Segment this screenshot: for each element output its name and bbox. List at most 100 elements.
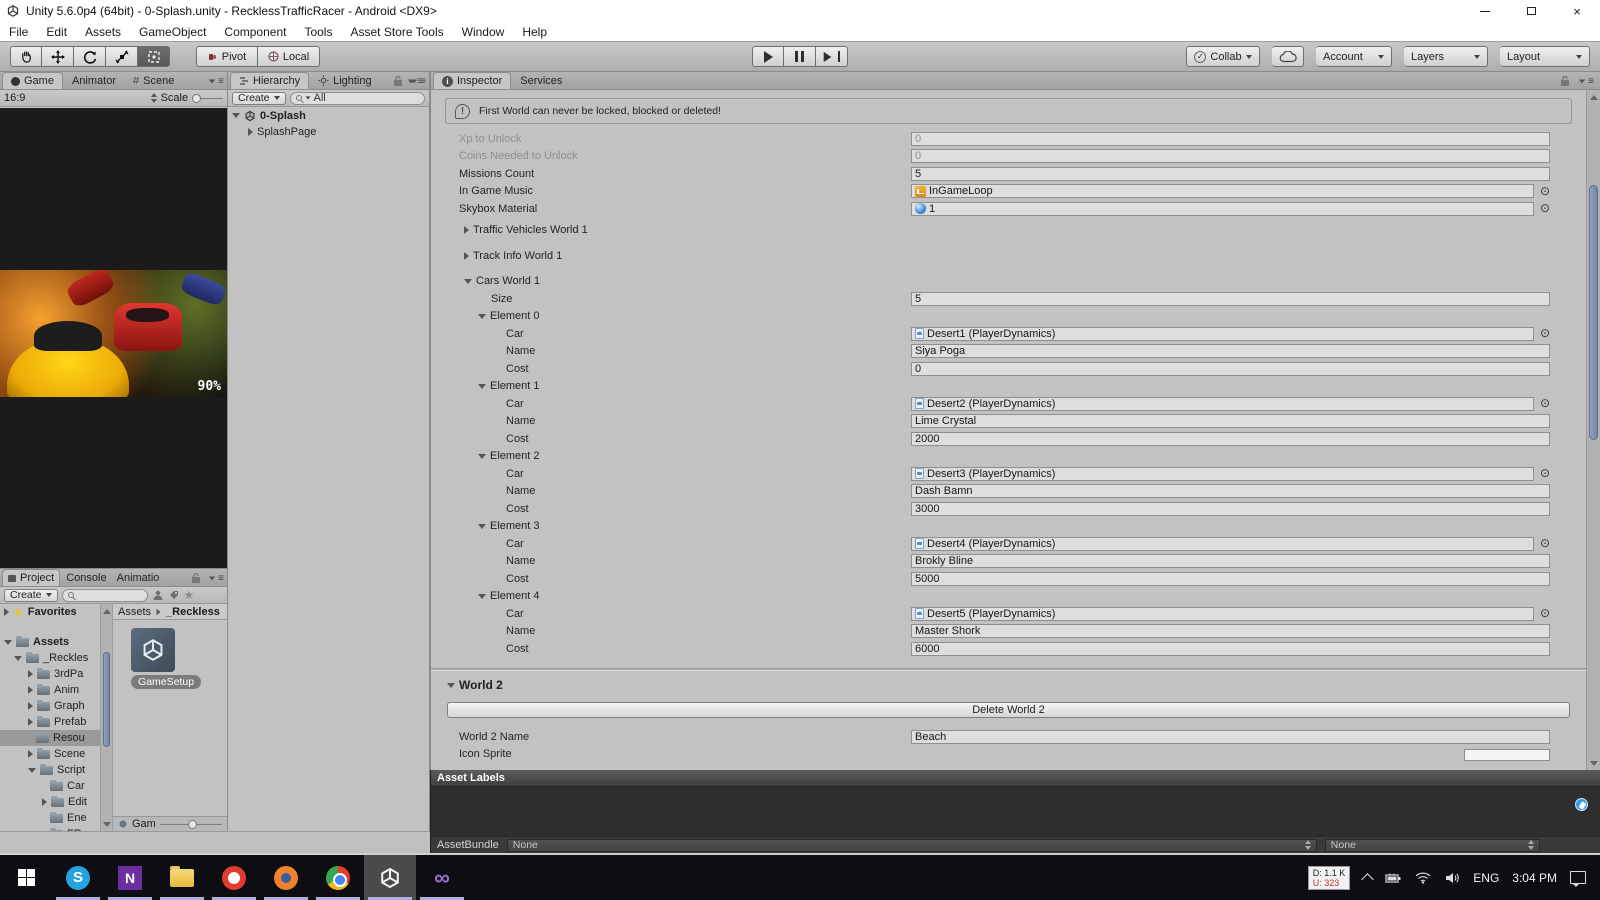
car-cost-field[interactable]: 5000 <box>911 571 1550 586</box>
slider-knob[interactable] <box>187 819 197 829</box>
object-picker-icon[interactable]: ⊙ <box>1540 467 1550 480</box>
minimize-button[interactable] <box>1462 0 1508 22</box>
car-name-field[interactable]: Lime Crystal <box>911 414 1550 429</box>
object-picker-icon[interactable]: ⊙ <box>1540 397 1550 410</box>
menu-asset-store-tools[interactable]: Asset Store Tools <box>341 25 452 39</box>
taskbar-firefox[interactable] <box>260 855 312 900</box>
menu-assets[interactable]: Assets <box>76 25 130 39</box>
taskbar-visual-studio[interactable]: ∞ <box>416 855 468 900</box>
rotate-tool-button[interactable] <box>74 46 106 67</box>
tree-item-car[interactable]: Car <box>0 778 100 794</box>
sprite-preview[interactable] <box>1464 748 1550 761</box>
close-button[interactable]: × <box>1554 0 1600 22</box>
assetbundle-variant-dropdown[interactable]: None <box>1324 838 1540 852</box>
foldout-cars-world1[interactable]: Cars World 1 <box>431 273 1586 291</box>
clock[interactable]: 3:04 PM <box>1512 871 1557 885</box>
scroll-up-icon[interactable] <box>1587 91 1600 103</box>
tab-project[interactable]: Project <box>2 569 61 586</box>
action-center-icon[interactable] <box>1570 871 1586 887</box>
in-game-music-field[interactable]: InGameLoop <box>911 184 1534 199</box>
pane-menu-icon[interactable]: ≡ <box>208 76 224 87</box>
skybox-material-field[interactable]: 1 <box>911 201 1534 216</box>
scale-tool-button[interactable] <box>106 46 138 67</box>
rect-tool-button[interactable] <box>138 46 170 67</box>
car-name-field[interactable]: Master Shork <box>911 624 1550 639</box>
tree-item-favorites[interactable]: ★ Favorites <box>0 604 100 620</box>
gamesetup-asset-icon[interactable] <box>131 628 175 672</box>
car-object-field[interactable]: Desert1 (PlayerDynamics) <box>911 326 1534 341</box>
assetbundle-dropdown[interactable]: None <box>506 838 1317 852</box>
collab-button[interactable]: ✓ Collab <box>1186 46 1260 67</box>
taskbar-chrome[interactable] <box>312 855 364 900</box>
tree-item-scripts[interactable]: Script <box>0 762 100 778</box>
scroll-down-icon[interactable] <box>101 818 112 830</box>
maximize-button[interactable] <box>1508 0 1554 22</box>
foldout-track-info[interactable]: Track Info World 1 <box>431 247 1586 265</box>
move-tool-button[interactable] <box>42 46 74 67</box>
tree-item-enemy[interactable]: Ene <box>0 810 100 826</box>
world2-name-field[interactable]: Beach <box>911 729 1550 744</box>
car-object-field[interactable]: Desert2 (PlayerDynamics) <box>911 396 1534 411</box>
car-name-field[interactable]: Brokly Bline <box>911 554 1550 569</box>
local-button[interactable]: Local <box>258 46 320 67</box>
cloud-button[interactable] <box>1272 46 1304 67</box>
layers-button[interactable]: Layers <box>1404 46 1488 67</box>
scrollbar-thumb[interactable] <box>1589 185 1598 440</box>
search-by-label-icon[interactable] <box>168 589 180 601</box>
hierarchy-item-splashpage[interactable]: SplashPage <box>228 124 429 140</box>
scale-slider[interactable] <box>192 93 223 103</box>
scene-row[interactable]: 0-Splash ≡ <box>228 76 429 124</box>
tab-hierarchy[interactable]: Hierarchy <box>230 72 310 89</box>
tree-item-graphics[interactable]: Graph <box>0 698 100 714</box>
language-indicator[interactable]: ENG <box>1473 871 1499 885</box>
network-monitor-widget[interactable]: D: 1.1 K U: 323 <box>1307 865 1351 890</box>
tab-animator[interactable]: Animator <box>64 72 124 89</box>
menu-window[interactable]: Window <box>453 25 514 39</box>
taskbar-skype[interactable]: S <box>52 855 104 900</box>
foldout-element[interactable]: Element 3 <box>431 518 1586 536</box>
scrollbar-thumb[interactable] <box>103 652 110 747</box>
menu-help[interactable]: Help <box>513 25 556 39</box>
create-dropdown[interactable]: Create <box>4 588 58 602</box>
battery-icon[interactable] <box>1385 872 1402 884</box>
create-dropdown[interactable]: Create <box>232 91 286 105</box>
object-picker-icon[interactable]: ⊙ <box>1540 202 1550 215</box>
pause-button[interactable] <box>784 46 816 67</box>
xp-to-unlock-field[interactable]: 0 <box>911 131 1550 146</box>
layout-button[interactable]: Layout <box>1500 46 1590 67</box>
menu-component[interactable]: Component <box>215 25 295 39</box>
breadcrumb-assets[interactable]: Assets <box>118 606 151 618</box>
car-cost-field[interactable]: 3000 <box>911 501 1550 516</box>
menu-tools[interactable]: Tools <box>295 25 341 39</box>
breadcrumb-folder[interactable]: _Reckless <box>166 606 220 618</box>
car-object-field[interactable]: Desert5 (PlayerDynamics) <box>911 606 1534 621</box>
lock-icon[interactable] <box>1560 75 1570 87</box>
object-picker-icon[interactable]: ⊙ <box>1540 327 1550 340</box>
tree-item-resources[interactable]: Resou <box>0 730 100 746</box>
tab-console[interactable]: Console <box>61 569 111 586</box>
search-input[interactable]: All <box>289 91 425 105</box>
start-button[interactable] <box>0 855 52 900</box>
scene-menu-icon[interactable]: ≡ <box>407 76 423 87</box>
step-button[interactable] <box>816 46 848 67</box>
tree-item-anim[interactable]: Anim <box>0 682 100 698</box>
tab-inspector[interactable]: i Inspector <box>433 72 512 89</box>
car-cost-field[interactable]: 2000 <box>911 431 1550 446</box>
car-object-field[interactable]: Desert3 (PlayerDynamics) <box>911 466 1534 481</box>
tab-services[interactable]: Services <box>512 72 570 89</box>
tree-item-reckless[interactable]: _Reckles <box>0 650 100 666</box>
asset-tile[interactable]: GameSetup <box>113 620 227 689</box>
car-object-field[interactable]: Desert4 (PlayerDynamics) <box>911 536 1534 551</box>
foldout-element[interactable]: Element 2 <box>431 448 1586 466</box>
hand-tool-button[interactable] <box>10 46 42 67</box>
cars-size-field[interactable]: 5 <box>911 291 1550 306</box>
foldout-traffic-vehicles[interactable]: Traffic Vehicles World 1 <box>431 222 1586 240</box>
tab-game[interactable]: Game <box>2 72 63 89</box>
taskbar-file-explorer[interactable] <box>156 855 208 900</box>
car-name-field[interactable]: Siya Poga <box>911 344 1550 359</box>
tree-item-assets[interactable]: Assets <box>0 634 100 650</box>
thumbnail-size-slider[interactable] <box>159 819 222 829</box>
missions-count-field[interactable]: 5 <box>911 166 1550 181</box>
delete-world2-button[interactable]: Delete World 2 <box>447 702 1570 718</box>
lock-icon[interactable] <box>191 572 201 584</box>
